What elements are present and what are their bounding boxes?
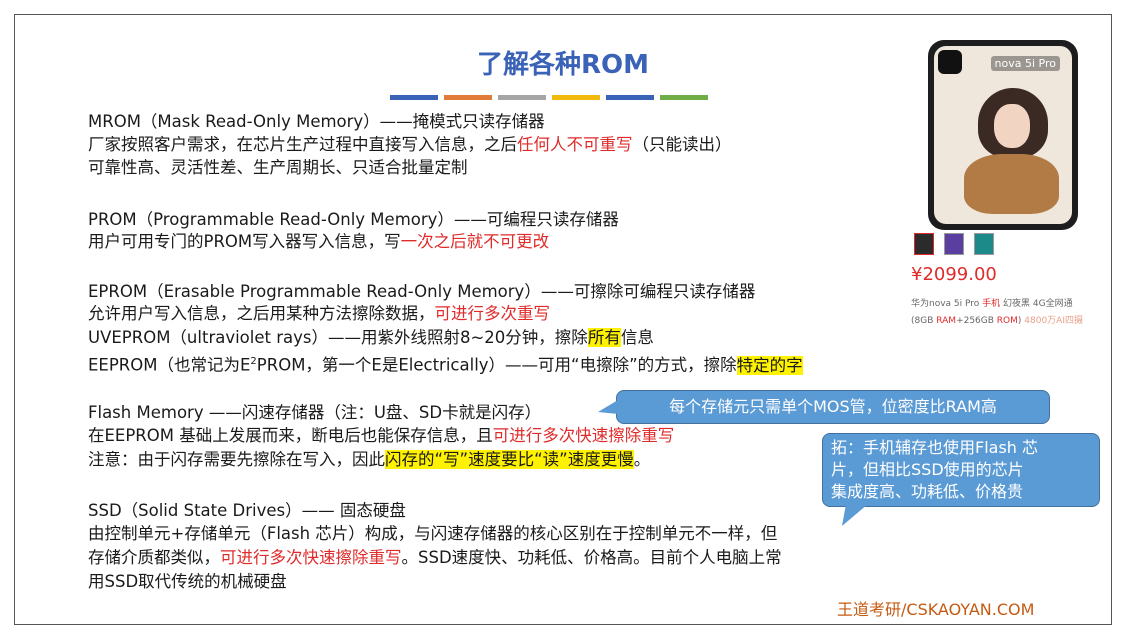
ssd-desc: 由控制单元+存储单元（Flash 芯片）构成，与闪速存储器的核心区别在于控制单元… <box>88 524 778 543</box>
flash-note: 注意：由于闪存需要先擦除在写入，因此闪存的“写”速度要比“读”速度更慢。 <box>88 450 651 469</box>
product-desc-2: (8GB RAM+256GB ROM) 4800万AI四摄 <box>911 316 1083 326</box>
callout-mos-text: 每个存储元只需单个MOS管，位密度比RAM高 <box>669 397 997 416</box>
callout-mos-pointer <box>598 400 618 414</box>
mrom-desc: 厂家按照客户需求，在芯片生产过程中直接写入信息，之后任何人不可重写（只能读出） <box>88 135 732 154</box>
flash-heading: Flash Memory ——闪速存储器（注：U盘、SD卡就是闪存） <box>88 403 542 422</box>
callout-mos: 每个存储元只需单个MOS管，位密度比RAM高 <box>616 390 1050 424</box>
color-thumb-black[interactable] <box>914 233 934 255</box>
mrom-heading: MROM（Mask Read-Only Memory）——掩模式只读存储器 <box>88 112 545 131</box>
flash-desc: 在EEPROM 基础上发展而来，断电后也能保存信息，且可进行多次快速擦除重写 <box>88 426 675 445</box>
prom-heading: PROM（Programmable Read-Only Memory）——可编程… <box>88 210 619 229</box>
color-thumb-teal[interactable] <box>974 233 994 255</box>
uveprom-line: UVEPROM（ultraviolet rays）——用紫外线照射8~20分钟，… <box>88 328 654 347</box>
product-desc-1: 华为nova 5i Pro 手机 幻夜黑 4G全网通 <box>911 299 1073 309</box>
prom-desc: 用户可用专门的PROM写入器写入信息，写一次之后就不可更改 <box>88 232 550 251</box>
ssd-desc-2: 存储介质都类似，可进行多次快速擦除重写。SSD速度快、功耗低、价格高。目前个人电… <box>88 548 782 567</box>
ssd-heading: SSD（Solid State Drives）—— 固态硬盘 <box>88 501 406 520</box>
callout-line: 集成度高、功耗低、价格贵 <box>831 482 1024 501</box>
callout-line: 拓：手机辅存也使用Flash 芯 <box>831 438 1039 457</box>
product-price: ¥2099.00 <box>911 264 997 285</box>
color-thumb-purple[interactable] <box>944 233 964 255</box>
person-face <box>994 104 1030 148</box>
teddy-bear <box>964 154 1059 214</box>
phone-brand-label: nova 5i Pro <box>990 56 1060 71</box>
footer-brand: 王道考研/CSKAOYAN.COM <box>837 600 1035 619</box>
divider-segment <box>498 95 546 100</box>
camera-module-icon <box>938 50 962 74</box>
divider-segment <box>660 95 708 100</box>
ssd-desc-3: 用SSD取代传统的机械硬盘 <box>88 572 287 591</box>
divider-segment <box>606 95 654 100</box>
eeprom-line: EEPROM（也常记为E2PROM，第一个E是Electrically）——可用… <box>88 355 803 375</box>
callout-flash-pointer <box>842 504 868 526</box>
divider-segment <box>552 95 600 100</box>
phone-image: nova 5i Pro <box>928 40 1078 230</box>
eprom-desc: 允许用户写入信息，之后用某种方法擦除数据，可进行多次重写 <box>88 304 550 323</box>
eprom-heading: EPROM（Erasable Programmable Read-Only Me… <box>88 282 756 301</box>
callout-line: 片，但相比SSD使用的芯片 <box>831 460 1024 479</box>
divider-segment <box>390 95 438 100</box>
mrom-traits: 可靠性高、灵活性差、生产周期长、只适合批量定制 <box>88 158 468 177</box>
callout-flash-phone: 拓：手机辅存也使用Flash 芯 片，但相比SSD使用的芯片 集成度高、功耗低、… <box>822 433 1100 507</box>
divider-segment <box>444 95 492 100</box>
